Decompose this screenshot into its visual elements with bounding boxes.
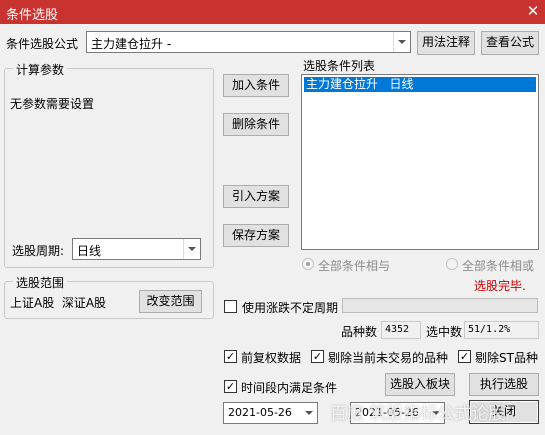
list-item[interactable]: 主力建仓拉升 日线: [304, 77, 536, 92]
view-formula-button[interactable]: 查看公式: [481, 31, 539, 55]
pre-adjust-checkbox[interactable]: ✓: [224, 350, 237, 363]
add-condition-button[interactable]: 加入条件: [223, 74, 289, 97]
params-empty-text: 无参数需要设置: [10, 97, 95, 111]
exclude-st-label: 剔除ST品种: [475, 351, 538, 365]
usage-notes-button[interactable]: 用法注释: [417, 31, 475, 55]
close-icon[interactable]: ✕: [523, 2, 543, 21]
close-button[interactable]: 关闭: [469, 400, 539, 424]
formula-value: 主力建仓拉升 -: [91, 37, 172, 51]
volatile-period-checkbox[interactable]: [224, 300, 237, 313]
scope-caption: 选股范围: [13, 274, 68, 291]
all-or-label: 全部条件相或: [462, 259, 535, 273]
execute-button[interactable]: 执行选股: [469, 373, 539, 396]
variety-count-label: 品种数: [341, 325, 378, 339]
selected-count-label: 选中数: [426, 325, 463, 339]
exclude-untraded-label: 剔除当前未交易的品种: [328, 351, 449, 365]
import-plan-button[interactable]: 引入方案: [223, 185, 289, 208]
chevron-down-icon[interactable]: [183, 239, 200, 259]
all-and-label: 全部条件相与: [318, 259, 391, 273]
period-value: 日线: [77, 244, 102, 258]
formula-label: 条件选股公式: [6, 37, 79, 51]
selected-count-value: 51/1.2%: [464, 321, 539, 339]
window-title: 条件选股: [6, 8, 59, 23]
progress-bar: [342, 298, 538, 313]
end-date-picker[interactable]: 2021-05-26: [350, 402, 445, 424]
status-text: 选股完毕.: [474, 279, 526, 293]
period-satisfy-checkbox[interactable]: ✓: [224, 380, 237, 393]
save-plan-button[interactable]: 保存方案: [223, 224, 289, 247]
chevron-down-icon[interactable]: [428, 403, 444, 423]
exclude-untraded-checkbox[interactable]: ✓: [311, 350, 324, 363]
formula-select[interactable]: 主力建仓拉升 -: [86, 31, 411, 53]
volatile-period-label: 使用涨跌不定周期: [242, 301, 339, 315]
period-select[interactable]: 日线: [72, 238, 201, 260]
all-or-radio[interactable]: [446, 258, 458, 270]
exclude-st-checkbox[interactable]: ✓: [458, 350, 471, 363]
start-date-value: 2021-05-26: [228, 406, 292, 419]
title-bar: 条件选股 ✕: [0, 0, 545, 24]
scope-markets: 上证A股 深证A股: [10, 296, 107, 310]
start-date-picker[interactable]: 2021-05-26: [223, 402, 318, 424]
change-scope-button[interactable]: 改变范围: [139, 290, 202, 313]
chevron-down-icon[interactable]: [393, 32, 410, 52]
variety-count-value: 4352: [381, 321, 421, 339]
chevron-down-icon[interactable]: [301, 403, 317, 423]
delete-condition-button[interactable]: 删除条件: [223, 113, 289, 136]
all-and-radio[interactable]: [302, 258, 314, 270]
conditions-list[interactable]: 主力建仓拉升 日线: [301, 74, 539, 250]
end-date-value: 2021-05-26: [355, 406, 419, 419]
add-to-block-button[interactable]: 选股入板块: [385, 373, 455, 396]
pre-adjust-label: 前复权数据: [241, 351, 302, 365]
period-satisfy-label: 时间段内满足条件: [241, 381, 338, 395]
params-caption: 计算参数: [13, 61, 68, 78]
conditions-label: 选股条件列表: [303, 59, 376, 73]
period-label: 选股周期:: [12, 244, 65, 258]
